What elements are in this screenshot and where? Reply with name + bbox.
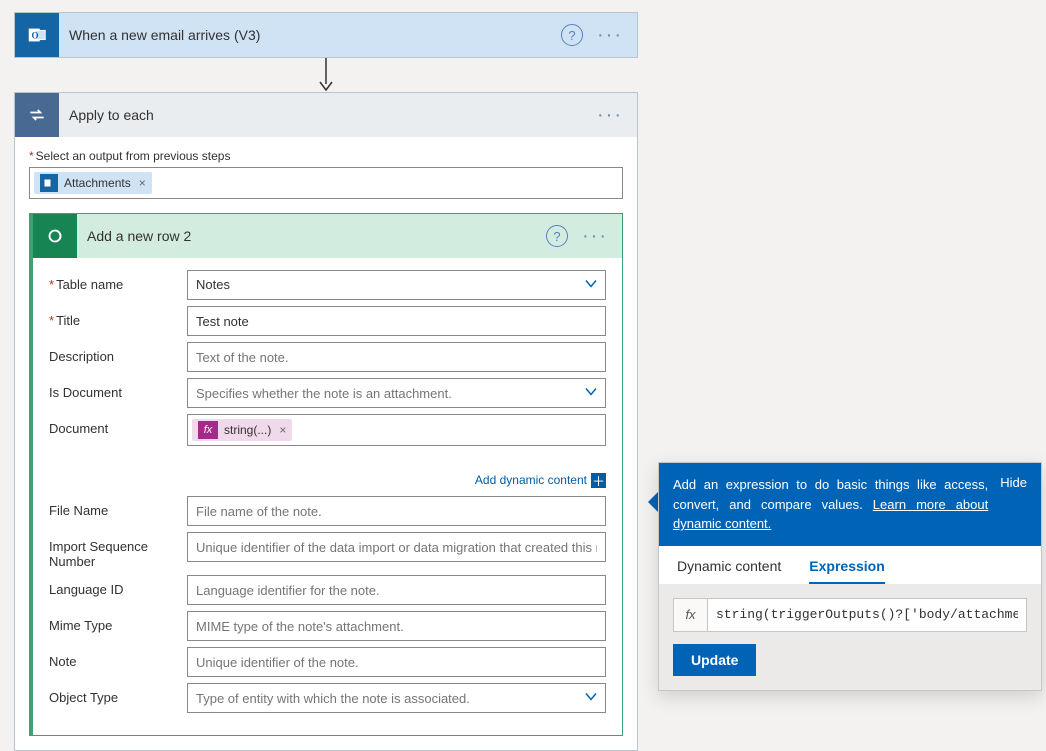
is-document-select[interactable] bbox=[187, 378, 606, 408]
tab-expression[interactable]: Expression bbox=[809, 558, 884, 584]
tab-dynamic-content[interactable]: Dynamic content bbox=[677, 558, 781, 584]
mime-type-input[interactable] bbox=[187, 611, 606, 641]
token-label: Attachments bbox=[64, 176, 131, 190]
help-icon[interactable]: ? bbox=[561, 24, 583, 46]
language-id-input[interactable] bbox=[187, 575, 606, 605]
action-card: Add a new row 2 ? ··· *Table name Notes … bbox=[29, 213, 623, 736]
expression-token[interactable]: fx string(...) × bbox=[192, 419, 292, 441]
loop-icon bbox=[15, 93, 59, 137]
trigger-title: When a new email arrives (V3) bbox=[69, 27, 561, 43]
language-id-label: Language ID bbox=[49, 575, 173, 597]
import-seq-label: Import Sequence Number bbox=[49, 532, 173, 569]
output-label: *Select an output from previous steps bbox=[29, 149, 623, 163]
expression-tabs: Dynamic content Expression bbox=[659, 546, 1041, 584]
more-menu-icon[interactable]: ··· bbox=[578, 225, 612, 248]
action-form: *Table name Notes *Title Description bbox=[33, 258, 622, 468]
expression-input-wrap: fx bbox=[673, 598, 1027, 632]
add-dynamic-content-link[interactable]: Add dynamic content＋ bbox=[33, 472, 606, 488]
description-label: Description bbox=[49, 342, 173, 364]
action-form-lower: File Name Import Sequence Number Languag… bbox=[33, 496, 622, 735]
title-input[interactable] bbox=[187, 306, 606, 336]
mime-type-label: Mime Type bbox=[49, 611, 173, 633]
note-input[interactable] bbox=[187, 647, 606, 677]
dataverse-icon bbox=[33, 214, 77, 258]
remove-token-icon[interactable]: × bbox=[139, 176, 146, 190]
description-input[interactable] bbox=[187, 342, 606, 372]
attachments-token[interactable]: Attachments × bbox=[34, 172, 152, 194]
output-from-input[interactable]: Attachments × bbox=[29, 167, 623, 199]
expression-input[interactable] bbox=[708, 599, 1026, 631]
help-icon[interactable]: ? bbox=[546, 225, 568, 247]
table-name-select[interactable]: Notes bbox=[187, 270, 606, 300]
title-label: *Title bbox=[49, 306, 173, 328]
plus-icon: ＋ bbox=[591, 473, 606, 488]
expression-panel: Add an expression to do basic things lik… bbox=[658, 462, 1042, 691]
hide-link[interactable]: Hide bbox=[1000, 475, 1027, 534]
callout-arrow bbox=[648, 492, 658, 512]
expression-banner: Add an expression to do basic things lik… bbox=[659, 463, 1041, 546]
loop-header[interactable]: Apply to each ··· bbox=[15, 93, 637, 137]
flow-canvas: O When a new email arrives (V3) ? ··· Ap… bbox=[14, 12, 638, 751]
note-label: Note bbox=[49, 647, 173, 669]
document-label: Document bbox=[49, 414, 173, 436]
fx-icon: fx bbox=[674, 599, 708, 631]
connector-arrow bbox=[314, 58, 338, 92]
loop-card: Apply to each ··· *Select an output from… bbox=[14, 92, 638, 751]
document-input[interactable]: fx string(...) × bbox=[187, 414, 606, 446]
outlook-icon: O bbox=[15, 13, 59, 57]
file-name-input[interactable] bbox=[187, 496, 606, 526]
loop-body: *Select an output from previous steps At… bbox=[15, 137, 637, 750]
remove-token-icon[interactable]: × bbox=[279, 423, 286, 437]
token-label: string(...) bbox=[224, 423, 271, 437]
action-header[interactable]: Add a new row 2 ? ··· bbox=[33, 214, 622, 258]
object-type-label: Object Type bbox=[49, 683, 173, 705]
import-seq-input[interactable] bbox=[187, 532, 606, 562]
outlook-icon bbox=[40, 174, 58, 192]
more-menu-icon[interactable]: ··· bbox=[593, 104, 627, 127]
trigger-header[interactable]: O When a new email arrives (V3) ? ··· bbox=[15, 13, 637, 57]
loop-title: Apply to each bbox=[69, 107, 593, 123]
file-name-label: File Name bbox=[49, 496, 173, 518]
table-name-label: *Table name bbox=[49, 270, 173, 292]
more-menu-icon[interactable]: ··· bbox=[593, 24, 627, 47]
trigger-card[interactable]: O When a new email arrives (V3) ? ··· bbox=[14, 12, 638, 58]
action-title: Add a new row 2 bbox=[87, 228, 546, 244]
is-document-label: Is Document bbox=[49, 378, 173, 400]
fx-icon: fx bbox=[198, 421, 218, 439]
svg-text:O: O bbox=[32, 31, 39, 41]
update-button[interactable]: Update bbox=[673, 644, 756, 676]
object-type-select[interactable] bbox=[187, 683, 606, 713]
